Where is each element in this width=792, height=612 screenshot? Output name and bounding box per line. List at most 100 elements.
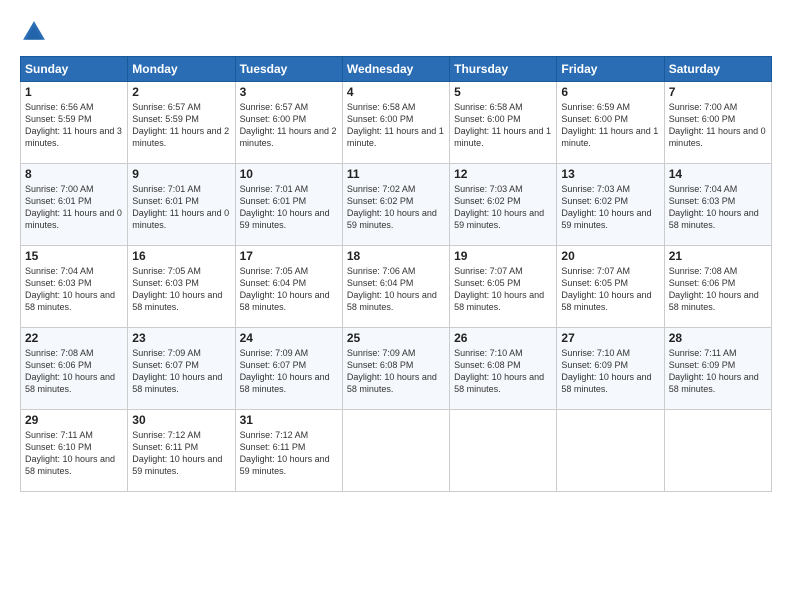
day-info: Sunrise: 7:04 AMSunset: 6:03 PMDaylight:… [669,184,759,230]
day-info: Sunrise: 7:01 AMSunset: 6:01 PMDaylight:… [132,184,229,230]
day-number: 22 [25,331,123,345]
day-number: 1 [25,85,123,99]
day-info: Sunrise: 7:05 AMSunset: 6:03 PMDaylight:… [132,266,222,312]
week-row-2: 8 Sunrise: 7:00 AMSunset: 6:01 PMDayligh… [21,164,772,246]
day-header-saturday: Saturday [664,57,771,82]
day-cell: 12 Sunrise: 7:03 AMSunset: 6:02 PMDaylig… [450,164,557,246]
day-number: 6 [561,85,659,99]
day-info: Sunrise: 6:58 AMSunset: 6:00 PMDaylight:… [454,102,551,148]
day-cell: 6 Sunrise: 6:59 AMSunset: 6:00 PMDayligh… [557,82,664,164]
day-number: 16 [132,249,230,263]
day-cell [450,410,557,492]
day-number: 15 [25,249,123,263]
day-info: Sunrise: 7:01 AMSunset: 6:01 PMDaylight:… [240,184,330,230]
day-info: Sunrise: 7:11 AMSunset: 6:10 PMDaylight:… [25,430,115,476]
day-info: Sunrise: 7:07 AMSunset: 6:05 PMDaylight:… [561,266,651,312]
logo-icon [20,18,48,46]
day-cell: 19 Sunrise: 7:07 AMSunset: 6:05 PMDaylig… [450,246,557,328]
day-number: 10 [240,167,338,181]
day-header-tuesday: Tuesday [235,57,342,82]
day-info: Sunrise: 7:12 AMSunset: 6:11 PMDaylight:… [240,430,330,476]
day-cell: 7 Sunrise: 7:00 AMSunset: 6:00 PMDayligh… [664,82,771,164]
day-cell: 1 Sunrise: 6:56 AMSunset: 5:59 PMDayligh… [21,82,128,164]
day-number: 7 [669,85,767,99]
day-cell: 14 Sunrise: 7:04 AMSunset: 6:03 PMDaylig… [664,164,771,246]
day-info: Sunrise: 6:57 AMSunset: 5:59 PMDaylight:… [132,102,229,148]
day-number: 19 [454,249,552,263]
day-number: 20 [561,249,659,263]
day-info: Sunrise: 7:11 AMSunset: 6:09 PMDaylight:… [669,348,759,394]
day-header-friday: Friday [557,57,664,82]
day-cell: 20 Sunrise: 7:07 AMSunset: 6:05 PMDaylig… [557,246,664,328]
day-cell: 18 Sunrise: 7:06 AMSunset: 6:04 PMDaylig… [342,246,449,328]
day-cell: 16 Sunrise: 7:05 AMSunset: 6:03 PMDaylig… [128,246,235,328]
day-number: 21 [669,249,767,263]
day-number: 5 [454,85,552,99]
day-info: Sunrise: 7:04 AMSunset: 6:03 PMDaylight:… [25,266,115,312]
day-number: 12 [454,167,552,181]
day-number: 26 [454,331,552,345]
logo [20,18,52,46]
day-cell: 25 Sunrise: 7:09 AMSunset: 6:08 PMDaylig… [342,328,449,410]
day-info: Sunrise: 7:12 AMSunset: 6:11 PMDaylight:… [132,430,222,476]
day-number: 29 [25,413,123,427]
day-number: 13 [561,167,659,181]
day-number: 11 [347,167,445,181]
day-cell: 13 Sunrise: 7:03 AMSunset: 6:02 PMDaylig… [557,164,664,246]
day-number: 4 [347,85,445,99]
day-cell: 2 Sunrise: 6:57 AMSunset: 5:59 PMDayligh… [128,82,235,164]
day-cell: 9 Sunrise: 7:01 AMSunset: 6:01 PMDayligh… [128,164,235,246]
day-info: Sunrise: 7:09 AMSunset: 6:07 PMDaylight:… [240,348,330,394]
day-cell [557,410,664,492]
day-info: Sunrise: 7:02 AMSunset: 6:02 PMDaylight:… [347,184,437,230]
day-number: 8 [25,167,123,181]
day-cell: 27 Sunrise: 7:10 AMSunset: 6:09 PMDaylig… [557,328,664,410]
day-cell: 15 Sunrise: 7:04 AMSunset: 6:03 PMDaylig… [21,246,128,328]
header-row: SundayMondayTuesdayWednesdayThursdayFrid… [21,57,772,82]
day-info: Sunrise: 7:05 AMSunset: 6:04 PMDaylight:… [240,266,330,312]
day-cell: 22 Sunrise: 7:08 AMSunset: 6:06 PMDaylig… [21,328,128,410]
day-number: 17 [240,249,338,263]
day-info: Sunrise: 6:57 AMSunset: 6:00 PMDaylight:… [240,102,337,148]
page: SundayMondayTuesdayWednesdayThursdayFrid… [0,0,792,612]
day-info: Sunrise: 6:56 AMSunset: 5:59 PMDaylight:… [25,102,122,148]
day-info: Sunrise: 7:00 AMSunset: 6:01 PMDaylight:… [25,184,122,230]
day-info: Sunrise: 6:59 AMSunset: 6:00 PMDaylight:… [561,102,658,148]
day-number: 28 [669,331,767,345]
week-row-4: 22 Sunrise: 7:08 AMSunset: 6:06 PMDaylig… [21,328,772,410]
day-cell: 29 Sunrise: 7:11 AMSunset: 6:10 PMDaylig… [21,410,128,492]
day-number: 25 [347,331,445,345]
day-cell: 11 Sunrise: 7:02 AMSunset: 6:02 PMDaylig… [342,164,449,246]
day-number: 23 [132,331,230,345]
day-cell: 10 Sunrise: 7:01 AMSunset: 6:01 PMDaylig… [235,164,342,246]
day-cell: 3 Sunrise: 6:57 AMSunset: 6:00 PMDayligh… [235,82,342,164]
day-number: 18 [347,249,445,263]
day-number: 2 [132,85,230,99]
day-info: Sunrise: 7:03 AMSunset: 6:02 PMDaylight:… [561,184,651,230]
header [20,18,772,46]
day-info: Sunrise: 7:09 AMSunset: 6:08 PMDaylight:… [347,348,437,394]
day-cell [342,410,449,492]
day-info: Sunrise: 7:08 AMSunset: 6:06 PMDaylight:… [669,266,759,312]
day-number: 31 [240,413,338,427]
day-cell: 4 Sunrise: 6:58 AMSunset: 6:00 PMDayligh… [342,82,449,164]
day-header-monday: Monday [128,57,235,82]
day-header-wednesday: Wednesday [342,57,449,82]
day-cell: 30 Sunrise: 7:12 AMSunset: 6:11 PMDaylig… [128,410,235,492]
day-info: Sunrise: 7:10 AMSunset: 6:08 PMDaylight:… [454,348,544,394]
calendar: SundayMondayTuesdayWednesdayThursdayFrid… [20,56,772,492]
day-cell: 21 Sunrise: 7:08 AMSunset: 6:06 PMDaylig… [664,246,771,328]
week-row-1: 1 Sunrise: 6:56 AMSunset: 5:59 PMDayligh… [21,82,772,164]
day-info: Sunrise: 7:07 AMSunset: 6:05 PMDaylight:… [454,266,544,312]
day-info: Sunrise: 7:00 AMSunset: 6:00 PMDaylight:… [669,102,766,148]
day-number: 3 [240,85,338,99]
day-cell: 31 Sunrise: 7:12 AMSunset: 6:11 PMDaylig… [235,410,342,492]
day-number: 27 [561,331,659,345]
day-info: Sunrise: 7:08 AMSunset: 6:06 PMDaylight:… [25,348,115,394]
day-number: 9 [132,167,230,181]
day-number: 24 [240,331,338,345]
day-cell: 17 Sunrise: 7:05 AMSunset: 6:04 PMDaylig… [235,246,342,328]
week-row-3: 15 Sunrise: 7:04 AMSunset: 6:03 PMDaylig… [21,246,772,328]
day-cell: 5 Sunrise: 6:58 AMSunset: 6:00 PMDayligh… [450,82,557,164]
day-number: 30 [132,413,230,427]
